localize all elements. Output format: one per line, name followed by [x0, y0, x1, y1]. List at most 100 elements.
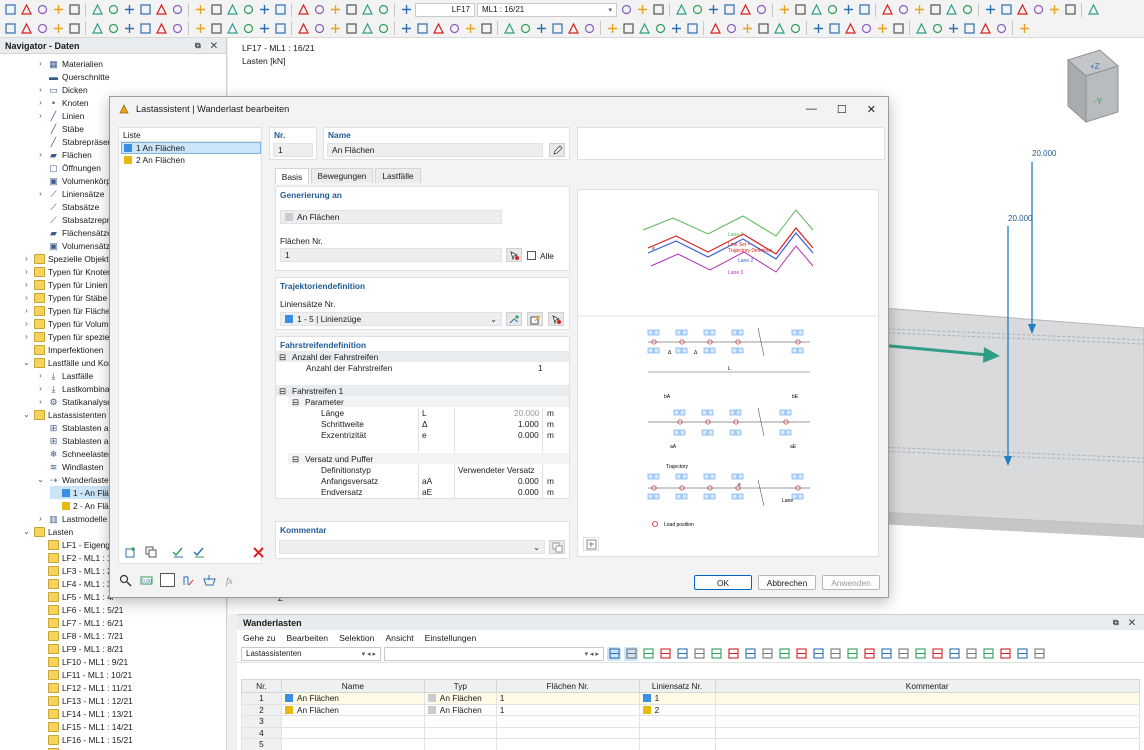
nav-tree-item[interactable]: › ▭ Dicken: [36, 83, 227, 96]
chevron-down-icon[interactable]: ⌄: [36, 475, 45, 484]
toolbar-tool-icon[interactable]: [431, 21, 445, 35]
toolbar-tool-icon[interactable]: [193, 3, 207, 17]
toolbar-tool-icon[interactable]: [209, 3, 223, 17]
bottom-menu-item[interactable]: Bearbeiten: [287, 633, 329, 643]
toolbar-tool-icon[interactable]: [51, 21, 65, 35]
toolbar-tool-icon[interactable]: [67, 3, 81, 17]
toolbar-tool-icon[interactable]: [296, 21, 310, 35]
table-tool-icon[interactable]: [930, 647, 944, 661]
toolbar-tool-icon[interactable]: [637, 21, 651, 35]
tab-lastfaelle[interactable]: Lastfälle: [375, 168, 421, 183]
toolbar-tool-icon[interactable]: [154, 21, 168, 35]
toolbar-tool-icon[interactable]: [550, 21, 564, 35]
schritt-value[interactable]: 1.000: [518, 419, 539, 429]
nav-folder-item[interactable]: LF7 - ML1 : 6/21: [36, 616, 227, 629]
toolbar-tool-icon[interactable]: [328, 21, 342, 35]
table-cell-linie[interactable]: [638, 715, 716, 728]
view-icon[interactable]: [202, 573, 217, 587]
table-cell-flaechen[interactable]: [495, 726, 640, 739]
table-cell-linie[interactable]: 1: [638, 692, 716, 705]
chevron-right-icon[interactable]: ›: [36, 59, 45, 68]
panel-controls-icon[interactable]: ⧉ ✕: [195, 41, 221, 51]
toolbar-tool-icon[interactable]: [1015, 3, 1029, 17]
toolbar-tool-icon[interactable]: [930, 21, 944, 35]
toolbar-tool-icon[interactable]: [809, 3, 823, 17]
toolbar-tool-icon[interactable]: [170, 21, 184, 35]
toolbar-tool-icon[interactable]: [999, 3, 1013, 17]
display-icon[interactable]: [181, 573, 196, 587]
table-cell-typ[interactable]: An Flächen: [423, 692, 497, 705]
table-tool-icon[interactable]: [964, 647, 978, 661]
toolbar-tool-icon[interactable]: [651, 3, 665, 17]
toolbar-tool-icon[interactable]: [880, 3, 894, 17]
toolbar-tool-icon[interactable]: [67, 21, 81, 35]
toolbar-tool-icon[interactable]: [566, 21, 580, 35]
nav-folder-item[interactable]: LF15 - ML1 : 14/21: [36, 720, 227, 733]
list-item[interactable]: 2 An Flächen: [121, 154, 261, 166]
toolbar-tool-icon[interactable]: [944, 3, 958, 17]
toolbar-tool-icon[interactable]: [106, 3, 120, 17]
toolbar-tool-icon[interactable]: [344, 3, 358, 17]
toolbar-tool-icon[interactable]: [843, 21, 857, 35]
new-lineset-button[interactable]: [506, 312, 522, 326]
table-category-combo[interactable]: Lastassistenten ▾ ◂ ▸: [241, 646, 381, 661]
table-cell-nr[interactable]: 3: [241, 715, 282, 728]
nr-field[interactable]: 1: [273, 143, 313, 157]
toolbar-tool-icon[interactable]: [360, 21, 374, 35]
toolbar-tool-icon[interactable]: [209, 21, 223, 35]
table-tool-icon[interactable]: [726, 647, 740, 661]
toolbar-tool-icon[interactable]: [138, 3, 152, 17]
chevron-right-icon[interactable]: ›: [22, 332, 31, 341]
toolbar-tool-icon[interactable]: [415, 21, 429, 35]
chevron-right-icon[interactable]: ›: [36, 514, 45, 523]
tab-bewegungen[interactable]: Bewegungen: [311, 168, 373, 183]
exz-value[interactable]: 0.000: [518, 430, 539, 440]
end-value[interactable]: 0.000: [518, 487, 539, 497]
toolbar-tool-icon[interactable]: [328, 3, 342, 17]
toolbar-tool-icon[interactable]: [296, 3, 310, 17]
table-cell-kommentar[interactable]: [714, 726, 1140, 739]
toolbar-tool-icon[interactable]: [312, 3, 326, 17]
toolbar-tool-icon[interactable]: [154, 3, 168, 17]
toolbar-tool-icon[interactable]: [1031, 3, 1045, 17]
toolbar-tool-icon[interactable]: [793, 3, 807, 17]
table-tool-icon[interactable]: [811, 647, 825, 661]
toolbar-tool-icon[interactable]: [777, 3, 791, 17]
copy-icon[interactable]: [144, 545, 159, 559]
toolbar-tool-icon[interactable]: [479, 21, 493, 35]
maximize-icon[interactable]: ☐: [837, 103, 847, 116]
toolbar-tool-icon[interactable]: [841, 3, 855, 17]
nav-folder-item[interactable]: LF11 - ML1 : 10/21: [36, 668, 227, 681]
table-cell-typ[interactable]: [423, 738, 497, 750]
table-cell-kommentar[interactable]: [714, 738, 1140, 750]
chevron-right-icon[interactable]: ›: [22, 293, 31, 302]
table-tool-icon[interactable]: [879, 647, 893, 661]
delete-icon[interactable]: [251, 545, 266, 559]
toolbar-tool-icon[interactable]: [193, 21, 207, 35]
table-cell-linie[interactable]: [638, 726, 716, 739]
table-cell-nr[interactable]: 4: [241, 726, 282, 739]
table-cell-kommentar[interactable]: [714, 692, 1140, 705]
toolbar-tool-icon[interactable]: [946, 21, 960, 35]
nav-folder-item[interactable]: LF14 - ML1 : 13/21: [36, 707, 227, 720]
table-cell-name[interactable]: An Flächen: [280, 703, 425, 716]
toolbar-tool-icon[interactable]: [859, 21, 873, 35]
table-row[interactable]: 5: [241, 738, 1140, 750]
table-tool-icon[interactable]: [760, 647, 774, 661]
toolbar-tool-icon[interactable]: [674, 3, 688, 17]
toolbar-tool-icon[interactable]: [241, 21, 255, 35]
column-header[interactable]: Typ: [423, 679, 497, 693]
toolbar-tool-icon[interactable]: [138, 21, 152, 35]
toolbar-tool-icon[interactable]: [811, 21, 825, 35]
laenge-value[interactable]: 20.000: [514, 408, 539, 418]
toolbar-tool-icon[interactable]: [706, 3, 720, 17]
toolbar-tool-icon[interactable]: [399, 21, 413, 35]
table-row[interactable]: 4: [241, 726, 1140, 739]
table-tool-icon[interactable]: [947, 647, 961, 661]
table-tool-icon[interactable]: [743, 647, 757, 661]
pick-lineset-button[interactable]: [548, 312, 564, 326]
table-cell-kommentar[interactable]: [714, 703, 1140, 716]
toolbar-tool-icon[interactable]: [619, 3, 633, 17]
table-row[interactable]: 3: [241, 715, 1140, 728]
toolbar-tool-icon[interactable]: [669, 21, 683, 35]
